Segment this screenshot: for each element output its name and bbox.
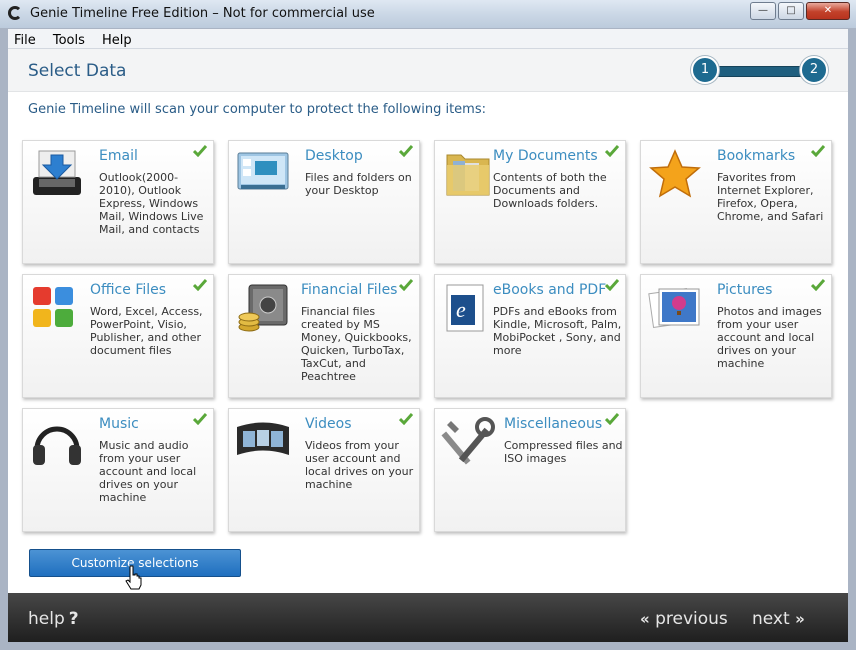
title-bar[interactable]: Genie Timeline Free Edition – Not for co… bbox=[0, 0, 856, 28]
tile-title: Pictures bbox=[717, 282, 773, 298]
tile-office-files[interactable]: Office Files Word, Excel, Access, PowerP… bbox=[22, 274, 214, 398]
headphones-icon bbox=[33, 426, 81, 465]
checkmark-icon bbox=[193, 145, 207, 157]
photos-icon bbox=[648, 287, 700, 329]
checkmark-icon bbox=[399, 413, 413, 425]
inbox-download-icon bbox=[33, 150, 81, 195]
tile-title: Desktop bbox=[305, 148, 363, 164]
documents-folder-icon bbox=[446, 154, 490, 196]
minimize-button[interactable]: — bbox=[750, 2, 776, 20]
film-icon bbox=[237, 422, 289, 455]
tile-description: PDFs and eBooks from Kindle, Microsoft, … bbox=[493, 305, 622, 357]
footer-bar: help? « previous next » bbox=[8, 593, 848, 642]
menu-help[interactable]: Help bbox=[96, 32, 138, 49]
step-indicator: 1 2 bbox=[690, 56, 828, 84]
help-question-icon: ? bbox=[68, 609, 79, 629]
tile-title: Bookmarks bbox=[717, 148, 796, 164]
close-button[interactable]: ✕ bbox=[806, 2, 850, 20]
page-title: Select Data bbox=[28, 61, 127, 81]
next-button[interactable]: next » bbox=[752, 609, 805, 629]
tile-title: Financial Files bbox=[301, 282, 398, 298]
step-1: 1 bbox=[691, 56, 719, 84]
double-chevron-left-icon: « bbox=[640, 610, 650, 628]
checkmark-icon bbox=[605, 145, 619, 157]
app-window: Genie Timeline Free Edition – Not for co… bbox=[0, 0, 856, 650]
checkmark-icon bbox=[811, 279, 825, 291]
tile-title: Videos bbox=[305, 416, 352, 432]
checkmark-icon bbox=[399, 279, 413, 291]
window-title: Genie Timeline Free Edition – Not for co… bbox=[30, 6, 375, 21]
tile-music[interactable]: Music Music and audio from your user acc… bbox=[22, 408, 214, 532]
tile-description: Compressed files and ISO images bbox=[504, 439, 623, 465]
menu-tools[interactable]: Tools bbox=[47, 32, 91, 49]
menu-bar: File Tools Help bbox=[8, 29, 848, 49]
app-logo-icon bbox=[8, 6, 22, 20]
previous-label: previous bbox=[655, 609, 728, 629]
tile-title: eBooks and PDF bbox=[493, 282, 607, 298]
tile-title: My Documents bbox=[493, 148, 598, 164]
previous-button[interactable]: « previous bbox=[640, 609, 728, 629]
svg-text:e: e bbox=[456, 297, 466, 322]
tile-title: Email bbox=[99, 148, 138, 164]
checkmark-icon bbox=[193, 279, 207, 291]
page-header: Select Data 1 2 bbox=[8, 49, 848, 92]
tile-description: Music and audio from your user account a… bbox=[99, 439, 197, 504]
checkmark-icon bbox=[605, 413, 619, 425]
tile-miscellaneous[interactable]: Miscellaneous Compressed files and ISO i… bbox=[434, 408, 626, 532]
help-label: help bbox=[28, 609, 65, 629]
next-label: next bbox=[752, 609, 790, 629]
tile-desktop[interactable]: Desktop Files and folders on your Deskto… bbox=[228, 140, 420, 264]
desktop-icon bbox=[237, 152, 289, 190]
checkmark-icon bbox=[193, 413, 207, 425]
tile-ebooks-pdf[interactable]: e eBooks and PDF PDFs and eBooks from Ki… bbox=[434, 274, 626, 398]
tile-title: Music bbox=[99, 416, 139, 432]
tile-bookmarks[interactable]: Bookmarks Favorites from Internet Explor… bbox=[640, 140, 832, 264]
tile-videos[interactable]: Videos Videos from your user account and… bbox=[228, 408, 420, 532]
main-content: Select Data 1 2 Genie Timeline will scan… bbox=[8, 49, 848, 593]
safe-coins-icon bbox=[238, 284, 288, 332]
checkmark-icon bbox=[605, 279, 619, 291]
tools-icon bbox=[441, 417, 495, 465]
star-icon bbox=[649, 149, 701, 198]
tile-description: Files and folders on your Desktop bbox=[305, 171, 412, 197]
intro-text: Genie Timeline will scan your computer t… bbox=[28, 102, 486, 117]
tile-email[interactable]: Email Outlook(2000-2010), Outlook Expres… bbox=[22, 140, 214, 264]
tile-description: Financial files created by MS Money, Qui… bbox=[301, 305, 412, 383]
tile-description: Photos and images from your user account… bbox=[717, 305, 822, 370]
maximize-button[interactable]: □ bbox=[778, 2, 804, 20]
tile-description: Word, Excel, Access, PowerPoint, Visio, … bbox=[90, 305, 203, 357]
office-icon bbox=[33, 287, 73, 327]
tile-description: Contents of both the Documents and Downl… bbox=[493, 171, 607, 210]
tile-pictures[interactable]: Pictures Photos and images from your use… bbox=[640, 274, 832, 398]
checkmark-icon bbox=[399, 145, 413, 157]
hand-cursor-icon bbox=[125, 565, 142, 590]
tile-my-documents[interactable]: My Documents Contents of both the Docume… bbox=[434, 140, 626, 264]
tile-title: Miscellaneous bbox=[504, 416, 603, 432]
step-2: 2 bbox=[800, 56, 828, 84]
help-link[interactable]: help? bbox=[28, 609, 79, 629]
tile-title: Office Files bbox=[90, 282, 167, 298]
tile-financial-files[interactable]: Financial Files Financial files created … bbox=[228, 274, 420, 398]
tile-description: Favorites from Internet Explorer, Firefo… bbox=[717, 171, 824, 223]
menu-file[interactable]: File bbox=[8, 32, 42, 49]
checkmark-icon bbox=[811, 145, 825, 157]
double-chevron-right-icon: » bbox=[795, 610, 805, 628]
tile-description: Outlook(2000-2010), Outlook Express, Win… bbox=[99, 171, 204, 236]
tile-description: Videos from your user account and local … bbox=[305, 439, 414, 491]
ebook-icon: e bbox=[446, 284, 484, 332]
